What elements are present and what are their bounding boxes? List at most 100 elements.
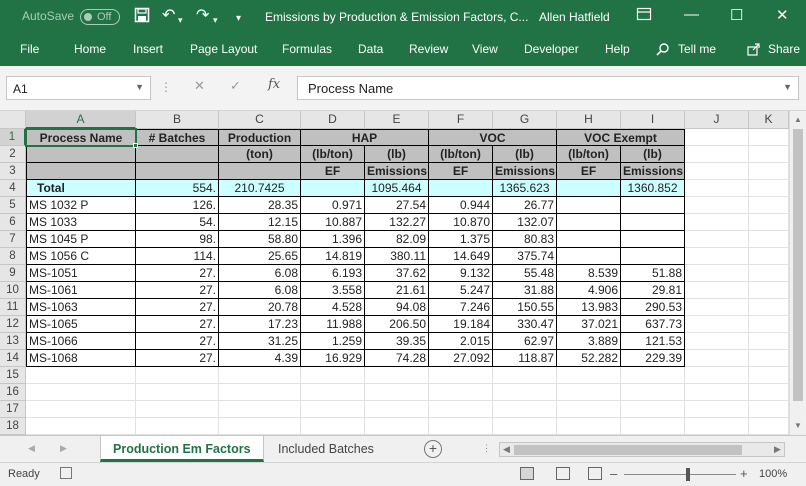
cell-vocx-ef[interactable]: 8.539 bbox=[557, 265, 621, 282]
scroll-left-icon[interactable]: ◀ bbox=[503, 444, 510, 455]
cell-vocx-em[interactable]: 290.53 bbox=[621, 299, 685, 316]
cell[interactable] bbox=[557, 418, 621, 435]
cell[interactable] bbox=[749, 146, 789, 163]
cell-voc-em[interactable]: 80.83 bbox=[493, 231, 557, 248]
cell[interactable] bbox=[685, 231, 749, 248]
header-voc-emissions[interactable]: Emissions bbox=[493, 163, 557, 180]
total-vocx-ef[interactable] bbox=[557, 180, 621, 197]
cell-batches[interactable]: 98. bbox=[136, 231, 219, 248]
undo-dropdown-icon[interactable]: ▾ bbox=[178, 11, 183, 29]
row-header-7[interactable]: 7 bbox=[0, 231, 26, 248]
cell-voc-ef[interactable]: 27.092 bbox=[429, 350, 493, 367]
name-box-dropdown-icon[interactable]: ▼ bbox=[135, 82, 144, 92]
cell-hap-em[interactable]: 206.50 bbox=[365, 316, 429, 333]
header-hap-lb-per-ton[interactable]: (lb/ton) bbox=[301, 146, 365, 163]
header-blank[interactable] bbox=[26, 163, 136, 180]
zoom-level[interactable]: 100% bbox=[759, 468, 787, 480]
cell-voc-em[interactable]: 150.55 bbox=[493, 299, 557, 316]
cell-vocx-em[interactable] bbox=[621, 248, 685, 265]
cell[interactable] bbox=[136, 367, 219, 384]
cell-batches[interactable]: 27. bbox=[136, 316, 219, 333]
cell[interactable] bbox=[749, 180, 789, 197]
cell-batches[interactable]: 114. bbox=[136, 248, 219, 265]
tab-file[interactable]: File bbox=[20, 42, 39, 56]
redo-dropdown-icon[interactable]: ▾ bbox=[213, 11, 218, 29]
customize-toolbar-icon[interactable]: ▾ bbox=[236, 10, 241, 28]
cell[interactable] bbox=[685, 367, 749, 384]
header-hap[interactable]: HAP bbox=[301, 129, 429, 146]
cell[interactable] bbox=[493, 384, 557, 401]
save-icon[interactable] bbox=[134, 7, 150, 28]
cell-hap-em[interactable]: 74.28 bbox=[365, 350, 429, 367]
header-vocx-ef[interactable]: EF bbox=[557, 163, 621, 180]
cell-hap-em[interactable]: 39.35 bbox=[365, 333, 429, 350]
cell[interactable] bbox=[749, 214, 789, 231]
formula-bar-handle-icon[interactable]: ⋮ bbox=[160, 80, 172, 94]
formula-input[interactable]: Process Name ▼ bbox=[297, 76, 799, 100]
cell[interactable] bbox=[429, 367, 493, 384]
cell-voc-em[interactable]: 330.47 bbox=[493, 316, 557, 333]
cell-hap-ef[interactable]: 1.396 bbox=[301, 231, 365, 248]
cell-voc-ef[interactable]: 9.132 bbox=[429, 265, 493, 282]
row-header-16[interactable]: 16 bbox=[0, 384, 26, 401]
cell-name[interactable]: MS-1068 bbox=[26, 350, 136, 367]
column-header-h[interactable]: H bbox=[557, 111, 621, 129]
header-production[interactable]: Production bbox=[219, 129, 301, 146]
cell-voc-ef[interactable]: 19.184 bbox=[429, 316, 493, 333]
cell-voc-em[interactable]: 55.48 bbox=[493, 265, 557, 282]
cell-name[interactable]: MS 1032 P bbox=[26, 197, 136, 214]
cell-vocx-ef[interactable]: 37.021 bbox=[557, 316, 621, 333]
cell[interactable] bbox=[219, 384, 301, 401]
cell[interactable] bbox=[749, 299, 789, 316]
column-header-e[interactable]: E bbox=[365, 111, 429, 129]
row-header-4[interactable]: 4 bbox=[0, 180, 26, 197]
cell-vocx-ef[interactable] bbox=[557, 248, 621, 265]
cell[interactable] bbox=[685, 316, 749, 333]
cell-vocx-em[interactable]: 51.88 bbox=[621, 265, 685, 282]
next-sheet-icon[interactable]: ▶ bbox=[60, 443, 67, 454]
cell-voc-ef[interactable]: 2.015 bbox=[429, 333, 493, 350]
header-hap-emissions[interactable]: Emissions bbox=[365, 163, 429, 180]
header-voc-ef[interactable]: EF bbox=[429, 163, 493, 180]
cell-voc-em[interactable]: 375.74 bbox=[493, 248, 557, 265]
cell-voc-em[interactable]: 26.77 bbox=[493, 197, 557, 214]
row-header-18[interactable]: 18 bbox=[0, 418, 26, 435]
cell[interactable] bbox=[301, 384, 365, 401]
cell[interactable] bbox=[749, 197, 789, 214]
tab-formulas[interactable]: Formulas bbox=[282, 42, 332, 56]
cell[interactable] bbox=[136, 384, 219, 401]
cell[interactable] bbox=[685, 333, 749, 350]
cell[interactable] bbox=[493, 367, 557, 384]
cell[interactable] bbox=[301, 367, 365, 384]
cell-voc-ef[interactable]: 1.375 bbox=[429, 231, 493, 248]
cell-production[interactable]: 17.23 bbox=[219, 316, 301, 333]
cell[interactable] bbox=[685, 418, 749, 435]
cell-name[interactable]: MS 1045 P bbox=[26, 231, 136, 248]
total-production[interactable]: 210.7425 bbox=[219, 180, 301, 197]
scroll-right-icon[interactable]: ▶ bbox=[774, 444, 781, 455]
header-production-unit[interactable]: (ton) bbox=[219, 146, 301, 163]
close-icon[interactable]: ✕ bbox=[776, 6, 789, 24]
cell-voc-ef[interactable]: 7.246 bbox=[429, 299, 493, 316]
share-button[interactable]: Share bbox=[768, 42, 800, 56]
cell-hap-ef[interactable]: 4.528 bbox=[301, 299, 365, 316]
page-break-view-icon[interactable] bbox=[588, 467, 602, 480]
cell-hap-ef[interactable]: 0.971 bbox=[301, 197, 365, 214]
zoom-out-icon[interactable]: – bbox=[610, 466, 617, 481]
header-batches[interactable]: # Batches bbox=[136, 129, 219, 146]
sheet-tab-production-em-factors[interactable]: Production Em Factors bbox=[100, 436, 264, 462]
cell[interactable] bbox=[749, 350, 789, 367]
cell-hap-em[interactable]: 82.09 bbox=[365, 231, 429, 248]
row-header-15[interactable]: 15 bbox=[0, 367, 26, 384]
tab-review[interactable]: Review bbox=[409, 42, 448, 56]
cell-production[interactable]: 6.08 bbox=[219, 282, 301, 299]
cell[interactable] bbox=[621, 384, 685, 401]
cell-hap-ef[interactable]: 11.988 bbox=[301, 316, 365, 333]
cell[interactable] bbox=[136, 401, 219, 418]
row-header-13[interactable]: 13 bbox=[0, 333, 26, 350]
cell-vocx-em[interactable] bbox=[621, 197, 685, 214]
cell-name[interactable]: MS-1065 bbox=[26, 316, 136, 333]
cell-production[interactable]: 25.65 bbox=[219, 248, 301, 265]
row-header-14[interactable]: 14 bbox=[0, 350, 26, 367]
cell-hap-em[interactable]: 94.08 bbox=[365, 299, 429, 316]
